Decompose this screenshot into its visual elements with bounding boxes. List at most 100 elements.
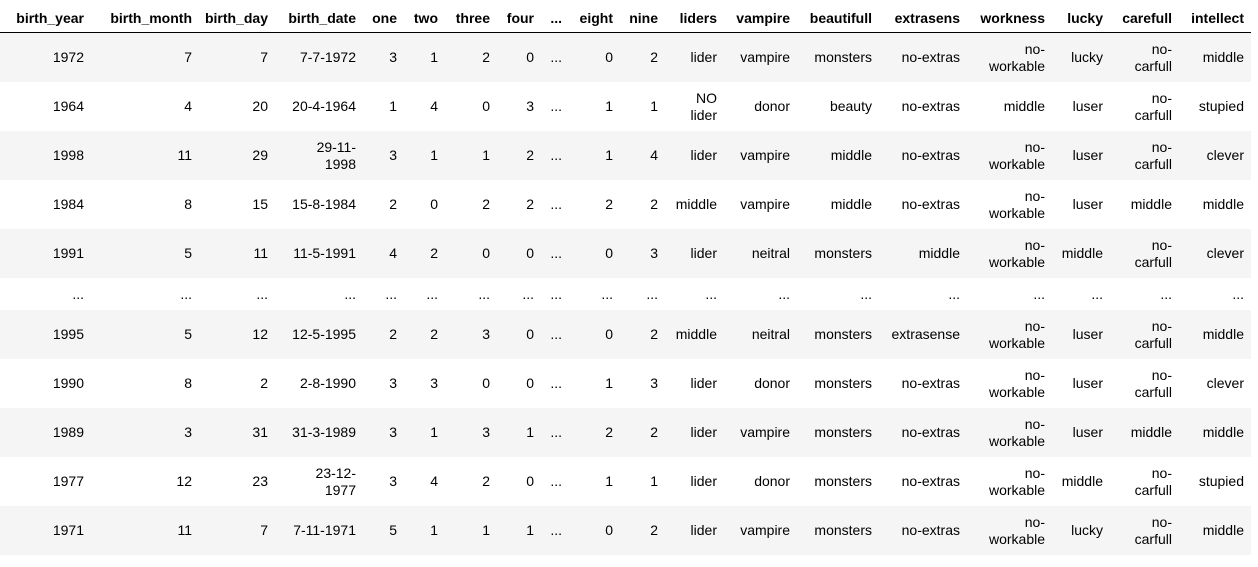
cell-value: middle — [830, 196, 872, 212]
cell-value: ... — [550, 375, 562, 391]
column-header-extrasens: extrasens — [879, 0, 967, 33]
table-cell: ... — [541, 180, 569, 229]
cell-value: 2 — [430, 245, 438, 261]
table-cell: extrasense — [879, 310, 967, 359]
cell-value: 4 — [430, 473, 438, 489]
table-cell: luser — [1052, 82, 1110, 131]
column-header-nine: nine — [620, 0, 665, 33]
table-cell: 0 — [497, 457, 541, 506]
table-cell: no-carfull — [1110, 310, 1179, 359]
cell-value: 1 — [482, 147, 490, 163]
cell-value: middle — [1061, 245, 1103, 261]
table-cell: 2 — [620, 180, 665, 229]
cell-value: no-carfull — [1134, 464, 1172, 498]
table-cell: 1972 — [0, 33, 91, 83]
cell-value: 23 — [252, 473, 268, 489]
cell-value: ... — [180, 285, 192, 302]
cell-value: 1 — [430, 424, 438, 440]
table-cell: 3 — [445, 310, 497, 359]
table-cell: 15 — [199, 180, 275, 229]
cell-value: lider — [690, 147, 717, 163]
cell-value: 0 — [482, 245, 490, 261]
dataframe-table: birth_year birth_month birth_day birth_date… — [0, 0, 1251, 555]
cell-value: ... — [344, 285, 356, 302]
table-cell: 20-4-1964 — [275, 82, 363, 131]
cell-value: 7-11-1971 — [293, 522, 356, 538]
table-cell: monsters — [797, 506, 879, 555]
table-cell: ... — [967, 278, 1052, 310]
cell-value: 0 — [526, 49, 534, 65]
table-cell: no-carfull — [1110, 229, 1179, 278]
table-cell: 2 — [199, 359, 275, 408]
table-cell: no-extras — [879, 131, 967, 180]
cell-value: 2 — [260, 375, 268, 391]
table-cell: middle — [1179, 33, 1251, 83]
ellipsis-row: ........................................… — [0, 278, 1251, 310]
table-cell: monsters — [797, 408, 879, 457]
cell-value: ... — [550, 285, 562, 302]
cell-value: extrasense — [891, 326, 960, 342]
cell-value: 3 — [389, 424, 397, 440]
cell-value: luser — [1072, 375, 1103, 391]
cell-value: ... — [860, 285, 872, 302]
cell-value: ... — [601, 285, 613, 302]
cell-value: 2 — [482, 196, 490, 212]
cell-value: 1972 — [52, 49, 84, 65]
cell-value: middle — [1130, 424, 1172, 440]
table-cell: stupied — [1179, 82, 1251, 131]
table-cell: 0 — [569, 310, 620, 359]
table-row: 1971 11 7 7-11-1971 5 1 1 1... 0 2 lider vampire mon… — [0, 506, 1251, 555]
table-cell: no-extras — [879, 408, 967, 457]
table-cell: no-workable — [967, 131, 1052, 180]
cell-value: 11-5-1991 — [293, 245, 356, 261]
cell-value: 7 — [260, 49, 268, 65]
cell-value: monsters — [814, 49, 872, 65]
table-cell: 2 — [620, 506, 665, 555]
cell-value: 4 — [389, 245, 397, 261]
cell-value: no-workable — [988, 317, 1045, 351]
table-cell: 1 — [497, 408, 541, 457]
table-cell: 2 — [404, 229, 445, 278]
table-cell: 2 — [363, 180, 404, 229]
table-cell: 7 — [91, 33, 199, 83]
table-cell: middle — [797, 131, 879, 180]
table-cell: lucky — [1052, 33, 1110, 83]
cell-value: 4 — [650, 147, 658, 163]
table-row: 1998 11 29 29-11-1998 3 1 1 2... 1 4 lider vampire m… — [0, 131, 1251, 180]
table-cell: 2 — [404, 310, 445, 359]
table-cell: 23-12-1977 — [275, 457, 363, 506]
cell-value: monsters — [814, 473, 872, 489]
table-cell: 1 — [620, 457, 665, 506]
cell-value: 1 — [605, 375, 613, 391]
table-cell: clever — [1179, 131, 1251, 180]
cell-value: clever — [1206, 375, 1244, 391]
cell-value: ... — [256, 285, 268, 302]
table-cell: lider — [665, 131, 724, 180]
table-cell: ... — [541, 506, 569, 555]
cell-value: lucky — [1071, 49, 1103, 65]
cell-value: 5 — [184, 326, 192, 342]
table-cell: 0 — [497, 229, 541, 278]
cell-value: 1971 — [52, 522, 84, 538]
table-cell: luser — [1052, 131, 1110, 180]
table-cell: vampire — [724, 180, 797, 229]
table-cell: luser — [1052, 408, 1110, 457]
table-cell: 29-11-1998 — [275, 131, 363, 180]
table-cell: 0 — [497, 310, 541, 359]
table-cell: middle — [1179, 506, 1251, 555]
column-header-ellipsis: ... — [541, 0, 569, 33]
cell-value: clever — [1206, 245, 1244, 261]
table-cell: 3 — [363, 359, 404, 408]
cell-value: 0 — [526, 375, 534, 391]
table-row: 1964 4 20 20-4-1964 1 4 0 3... 1 1 NO lider donor be… — [0, 82, 1251, 131]
table-cell: vampire — [724, 408, 797, 457]
cell-value: no-workable — [988, 138, 1045, 172]
table-cell: donor — [724, 457, 797, 506]
cell-value: 1 — [430, 522, 438, 538]
cell-value: lider — [690, 522, 717, 538]
table-cell: 2 — [497, 131, 541, 180]
table-cell: luser — [1052, 310, 1110, 359]
table-cell: 23 — [199, 457, 275, 506]
cell-value: luser — [1072, 196, 1103, 212]
table-cell: ... — [620, 278, 665, 310]
